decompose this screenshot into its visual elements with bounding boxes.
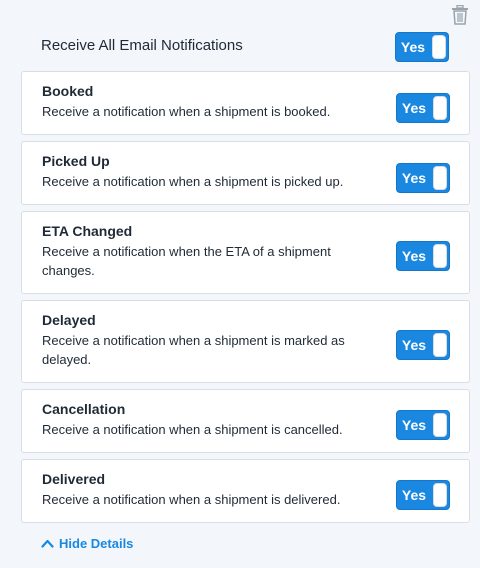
toggle-eta-changed[interactable]: Yes [396, 241, 450, 271]
trash-icon[interactable] [451, 4, 469, 25]
notification-card-delayed: Delayed Receive a notification when a sh… [21, 300, 470, 383]
notification-card-picked-up: Picked Up Receive a notification when a … [21, 141, 470, 205]
toggle-knob [433, 244, 447, 268]
toggle-label: Yes [401, 417, 427, 433]
toggle-label: Yes [401, 170, 427, 186]
toggle-delayed[interactable]: Yes [396, 330, 450, 360]
card-description: Receive a notification when a shipment i… [42, 492, 341, 507]
toggle-picked-up[interactable]: Yes [396, 163, 450, 193]
toggle-knob [433, 333, 447, 357]
card-description: Receive a notification when a shipment i… [42, 104, 331, 119]
card-title: Cancellation [42, 401, 126, 417]
card-title: Picked Up [42, 153, 110, 169]
notification-card-delivered: Delivered Receive a notification when a … [21, 459, 470, 523]
card-description: Receive a notification when a shipment i… [42, 333, 345, 367]
toggle-knob [433, 413, 447, 437]
toggle-label: Yes [401, 248, 427, 264]
toggle-label: Yes [401, 337, 427, 353]
card-description: Receive a notification when a shipment i… [42, 422, 343, 437]
toggle-knob [432, 35, 446, 59]
hide-details-label: Hide Details [59, 536, 134, 551]
card-description: Receive a notification when a shipment i… [42, 174, 344, 189]
master-notification-row: Receive All Email Notifications Yes [21, 28, 470, 64]
card-title: Booked [42, 83, 94, 99]
toggle-label: Yes [400, 39, 426, 55]
card-description: Receive a notification when the ETA of a… [42, 244, 331, 278]
notification-card-cancellation: Cancellation Receive a notification when… [21, 389, 470, 453]
card-title: Delayed [42, 312, 96, 328]
toggle-label: Yes [401, 100, 427, 116]
toggle-delivered[interactable]: Yes [396, 480, 450, 510]
master-notification-label: Receive All Email Notifications [41, 37, 243, 54]
chevron-up-icon [41, 539, 54, 548]
toggle-knob [433, 483, 447, 507]
master-notification-toggle[interactable]: Yes [395, 32, 449, 62]
card-title: ETA Changed [42, 223, 133, 239]
toggle-knob [433, 96, 447, 120]
card-title: Delivered [42, 471, 106, 487]
notification-card-booked: Booked Receive a notification when a shi… [21, 71, 470, 135]
toggle-cancellation[interactable]: Yes [396, 410, 450, 440]
toggle-booked[interactable]: Yes [396, 93, 450, 123]
notification-card-eta-changed: ETA Changed Receive a notification when … [21, 211, 470, 294]
hide-details-link[interactable]: Hide Details [41, 536, 133, 551]
toggle-label: Yes [401, 487, 427, 503]
toggle-knob [433, 166, 447, 190]
